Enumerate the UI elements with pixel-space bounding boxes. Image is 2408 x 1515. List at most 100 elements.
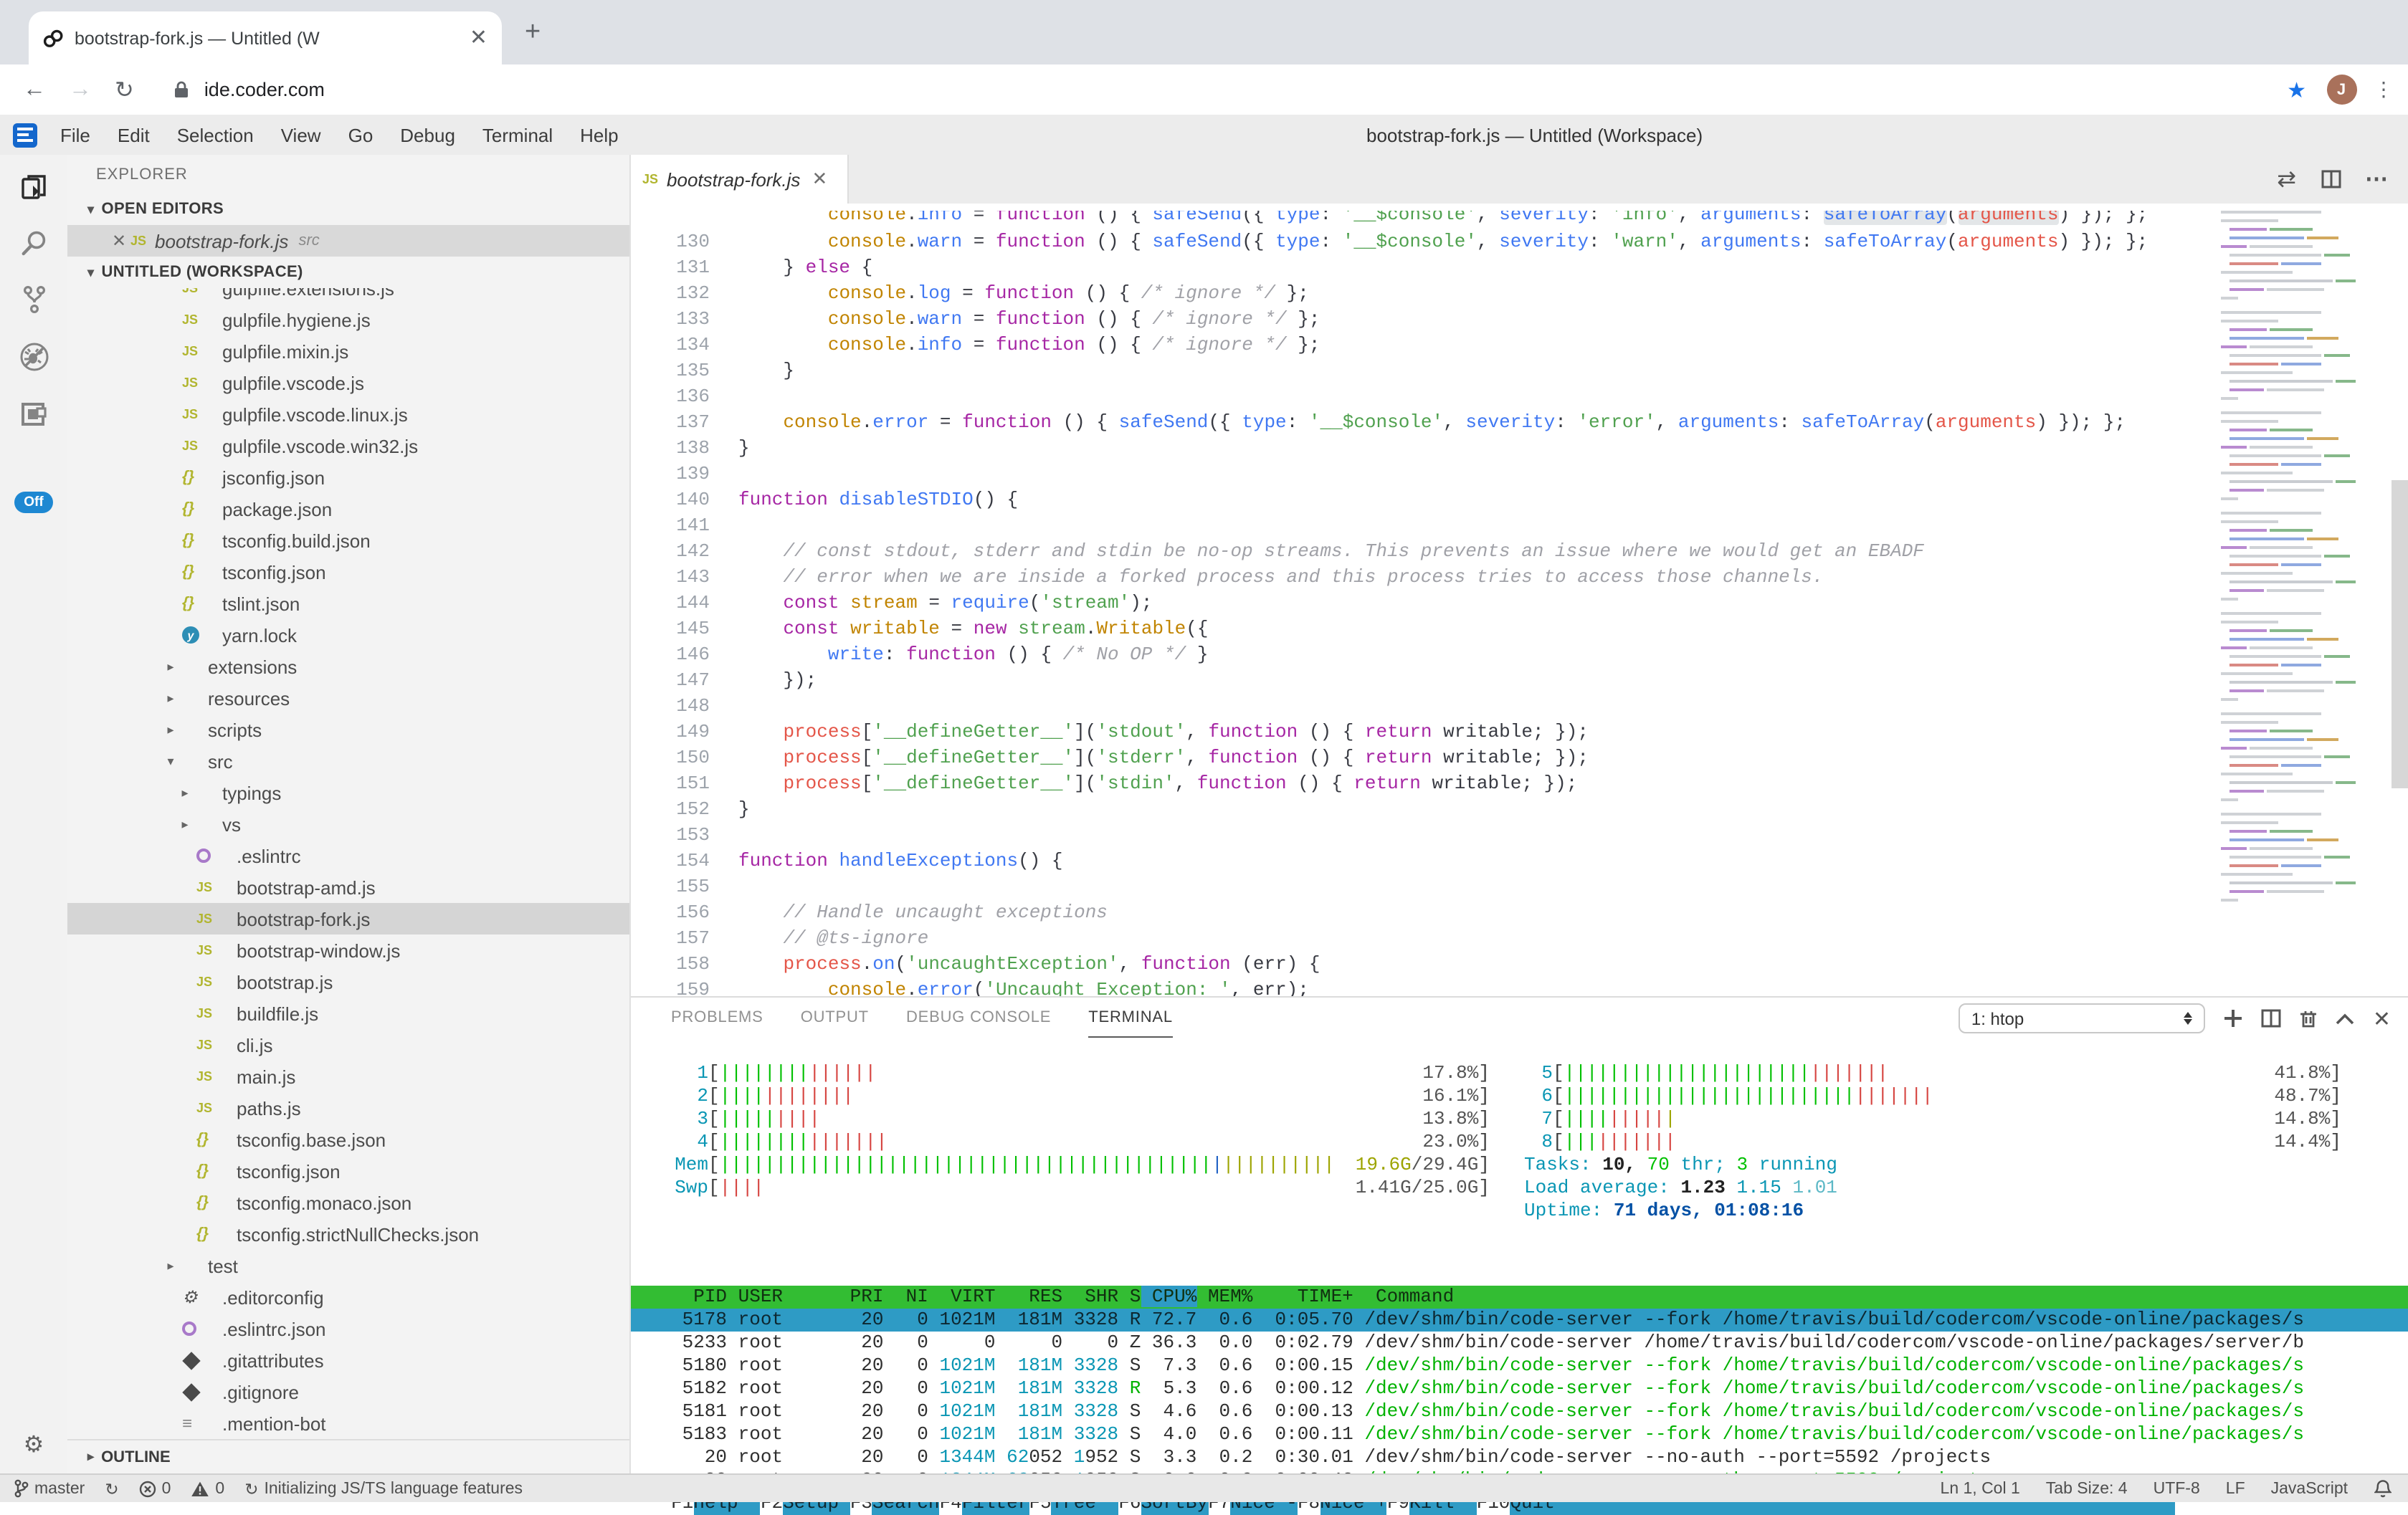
htop-process-row[interactable]: 20 root 20 0 1344M 62052 1952 S 3.3 0.2 … [631,1446,2408,1469]
outline-header[interactable]: ▸ OUTLINE [67,1439,629,1473]
file-row-tsconfig.json[interactable]: {}tsconfig.json [67,1155,629,1187]
file-row-tsconfig.monaco.json[interactable]: {}tsconfig.monaco.json [67,1187,629,1218]
forward-icon[interactable]: → [69,77,92,102]
menu-go[interactable]: Go [348,124,373,145]
file-row-yarn.lock[interactable]: yyarn.lock [67,619,629,651]
file-row-.editorconfig[interactable]: ⚙.editorconfig [67,1281,629,1313]
panel-tab-problems[interactable]: PROBLEMS [671,998,763,1038]
folder-row-extensions[interactable]: ▸extensions [67,651,629,682]
split-terminal-icon[interactable] [2261,1009,2281,1028]
close-icon[interactable]: ✕ [108,231,130,251]
file-row-gulpfile.vscode.linux.js[interactable]: JSgulpfile.vscode.linux.js [67,398,629,430]
file-row-paths.js[interactable]: JSpaths.js [67,1092,629,1124]
extensions-icon[interactable] [18,398,49,430]
file-row-bootstrap-fork.js[interactable]: JSbootstrap-fork.js [67,903,629,935]
file-row-.gitattributes[interactable]: .gitattributes [67,1344,629,1376]
split-editor-icon[interactable] [2321,169,2341,189]
back-icon[interactable]: ← [23,77,46,102]
folder-row-typings[interactable]: ▸typings [67,777,629,808]
code-editor[interactable]: console.info = function () { safeSend({ … [631,204,2408,996]
file-row-gulpfile.vscode.js[interactable]: JSgulpfile.vscode.js [67,367,629,398]
file-row-bootstrap-amd.js[interactable]: JSbootstrap-amd.js [67,871,629,903]
file-row-tsconfig.base.json[interactable]: {}tsconfig.base.json [67,1124,629,1155]
htop-process-row[interactable]: 5182 root 20 0 1021M 181M 3328 R 5.3 0.6… [631,1377,2408,1400]
warnings-status[interactable]: 0 [191,1480,224,1497]
menu-view[interactable]: View [281,124,321,145]
compare-changes-icon[interactable]: ⇄ [2277,165,2296,193]
open-editor-item[interactable]: ✕ JS bootstrap-fork.js src [67,225,629,257]
file-row-main.js[interactable]: JSmain.js [67,1061,629,1092]
kill-terminal-icon[interactable] [2300,1009,2317,1028]
browser-tab[interactable]: bootstrap-fork.js — Untitled (W ✕ [29,11,502,64]
file-row-buildfile.js[interactable]: JSbuildfile.js [67,998,629,1029]
file-row-.gitignore[interactable]: .gitignore [67,1376,629,1408]
file-row-package.json[interactable]: {}package.json [67,493,629,525]
collaboration-off-badge[interactable]: Off [14,492,53,513]
eol[interactable]: LF [2226,1480,2245,1497]
htop-process-row[interactable]: 5181 root 20 0 1021M 181M 3328 S 4.6 0.6… [631,1400,2408,1423]
panel-tab-output[interactable]: OUTPUT [801,998,869,1038]
open-editors-header[interactable]: ▾ OPEN EDITORS [67,193,629,225]
menu-terminal[interactable]: Terminal [482,124,553,145]
language-features-status[interactable]: ↻ Initializing JS/TS language features [244,1478,523,1499]
terminal-select[interactable]: 1: htop [1959,1003,2205,1033]
tab-close-icon[interactable]: ✕ [470,27,487,49]
folder-row-vs[interactable]: ▸vs [67,808,629,840]
workspace-header[interactable]: ▾ UNTITLED (WORKSPACE) [67,257,629,288]
htop-process-row[interactable]: 5233 root 20 0 0 0 0 Z 36.3 0.0 0:02.79 … [631,1332,2408,1354]
panel-tab-debug-console[interactable]: DEBUG CONSOLE [906,998,1051,1038]
errors-status[interactable]: 0 [139,1480,171,1497]
file-row-gulpfile.mixin.js[interactable]: JSgulpfile.mixin.js [67,335,629,367]
file-row-gulpfile.hygiene.js[interactable]: JSgulpfile.hygiene.js [67,304,629,335]
htop-process-row[interactable]: 5180 root 20 0 1021M 181M 3328 S 7.3 0.6… [631,1354,2408,1377]
file-row-bootstrap-window.js[interactable]: JSbootstrap-window.js [67,935,629,966]
encoding[interactable]: UTF-8 [2154,1480,2200,1497]
menu-file[interactable]: File [60,124,90,145]
source-control-icon[interactable] [18,284,49,315]
more-actions-icon[interactable]: ⋯ [2365,165,2388,193]
file-row-jsconfig.json[interactable]: {}jsconfig.json [67,462,629,493]
folder-row-scripts[interactable]: ▸scripts [67,714,629,745]
file-row-tslint.json[interactable]: {}tslint.json [67,588,629,619]
editor-tab[interactable]: JS bootstrap-fork.js ✕ [631,155,849,204]
file-row-tsconfig.build.json[interactable]: {}tsconfig.build.json [67,525,629,556]
htop-table-header[interactable]: PID USER PRI NI VIRT RES SHR S CPU% MEM%… [631,1286,2408,1309]
terminal[interactable]: 1[||||||||||||||17.8%]5[||||||||||||||||… [631,1038,2408,1473]
explorer-icon[interactable] [18,172,49,204]
folder-row-test[interactable]: ▸test [67,1250,629,1281]
menu-edit[interactable]: Edit [118,124,150,145]
file-row-gulpfile.vscode.win32.js[interactable]: JSgulpfile.vscode.win32.js [67,430,629,462]
editor-scrollbar[interactable] [2391,480,2408,788]
file-row-.eslintrc[interactable]: .eslintrc [67,840,629,871]
close-panel-icon[interactable]: ✕ [2373,1005,2391,1031]
folder-row-resources[interactable]: ▸resources [67,682,629,714]
folder-row-src[interactable]: ▾src [67,745,629,777]
maximize-panel-icon[interactable] [2336,1013,2354,1024]
htop-process-row[interactable]: 5183 root 20 0 1021M 181M 3328 S 4.0 0.6… [631,1423,2408,1446]
file-row-.eslintrc.json[interactable]: .eslintrc.json [67,1313,629,1344]
menu-help[interactable]: Help [580,124,619,145]
cursor-position[interactable]: Ln 1, Col 1 [1941,1480,2020,1497]
new-tab-button[interactable]: + [525,17,541,49]
bookmark-star-icon[interactable]: ★ [2287,77,2306,102]
new-terminal-icon[interactable] [2224,1009,2242,1028]
menu-selection[interactable]: Selection [177,124,254,145]
menu-debug[interactable]: Debug [400,124,455,145]
search-icon[interactable] [18,228,49,259]
sync-status[interactable]: ↻ [105,1478,118,1499]
branch-status[interactable]: master [14,1479,85,1498]
settings-gear-icon[interactable]: ⚙ [0,1430,67,1459]
htop-process-row-selected[interactable]: 5178 root 20 0 1021M 181M 3328 R 72.7 0.… [631,1309,2408,1332]
file-row-gulpfile.extensions.js[interactable]: JSgulpfile.extensions.js [67,288,629,304]
panel-tab-terminal[interactable]: TERMINAL [1088,998,1173,1038]
file-row-.mention-bot[interactable]: ≡.mention-bot [67,1408,629,1439]
file-row-tsconfig.strictNullChecks.json[interactable]: {}tsconfig.strictNullChecks.json [67,1218,629,1250]
file-row-cli.js[interactable]: JScli.js [67,1029,629,1061]
browser-menu-icon[interactable]: ⋮ [2374,77,2394,102]
tab-size[interactable]: Tab Size: 4 [2046,1480,2128,1497]
close-icon[interactable]: ✕ [812,168,827,191]
browser-avatar[interactable]: J [2326,75,2356,105]
language-mode[interactable]: JavaScript [2271,1480,2348,1497]
file-row-bootstrap.js[interactable]: JSbootstrap.js [67,966,629,998]
url-text[interactable]: ide.coder.com [204,79,2287,100]
